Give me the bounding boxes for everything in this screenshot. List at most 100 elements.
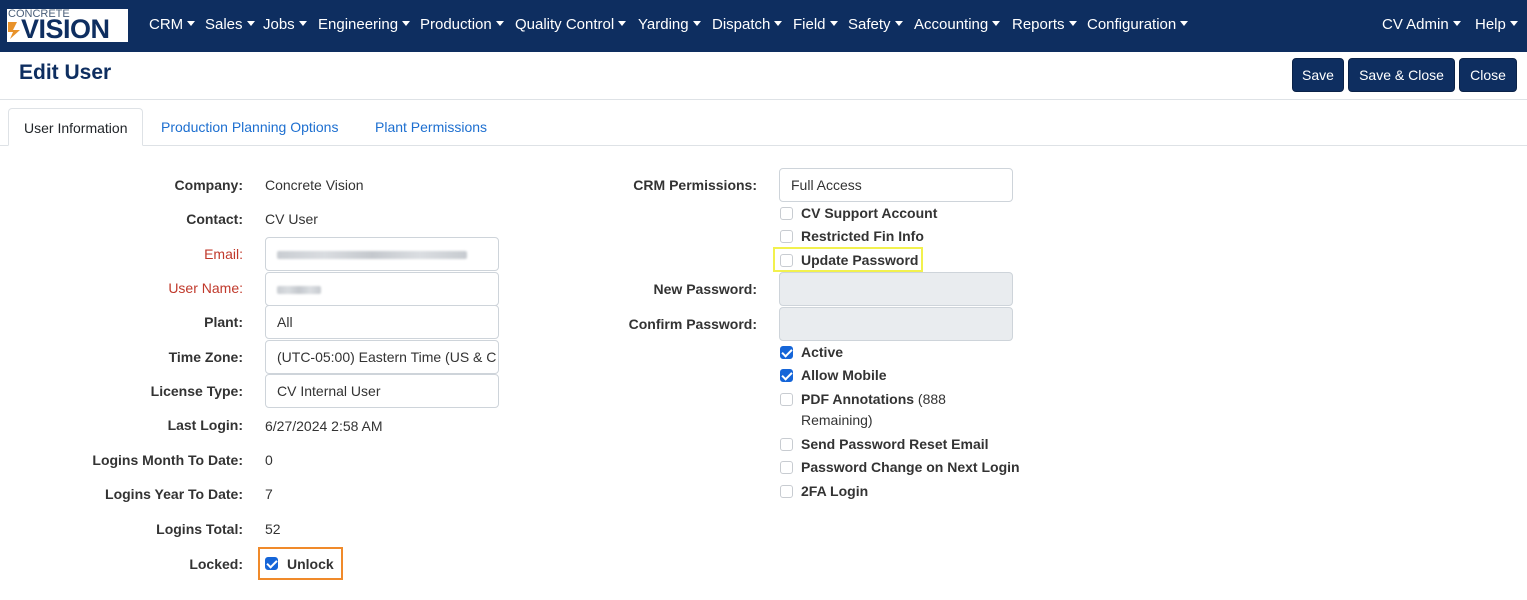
time-zone-label: Time Zone: bbox=[168, 349, 243, 365]
active-label[interactable]: Active bbox=[801, 344, 843, 360]
nav-field-label: Field bbox=[793, 16, 826, 33]
nav-sales[interactable]: Sales bbox=[205, 15, 255, 35]
unlock-label[interactable]: Unlock bbox=[287, 556, 334, 572]
send-reset-email-label[interactable]: Send Password Reset Email bbox=[801, 436, 989, 452]
logins-mtd-value: 0 bbox=[265, 452, 273, 468]
confirm-password-field[interactable] bbox=[779, 307, 1013, 341]
contact-label: Contact: bbox=[186, 211, 243, 227]
nav-configuration[interactable]: Configuration bbox=[1087, 15, 1189, 35]
two-fa-login-label[interactable]: 2FA Login bbox=[801, 483, 868, 499]
nav-crm-label: CRM bbox=[149, 16, 184, 33]
nav-reports-label: Reports bbox=[1012, 16, 1065, 33]
update-password-label[interactable]: Update Password bbox=[801, 252, 918, 268]
save-and-close-button[interactable]: Save & Close bbox=[1348, 58, 1455, 92]
caret-down-icon bbox=[1509, 21, 1518, 26]
confirm-password-label: Confirm Password: bbox=[628, 316, 757, 332]
pdf-annotations-label[interactable]: PDF Annotations (888 bbox=[801, 391, 946, 407]
nav-engineering-label: Engineering bbox=[318, 16, 399, 33]
nav-quality-control[interactable]: Quality Control bbox=[515, 15, 627, 35]
caret-down-icon bbox=[1068, 21, 1077, 26]
unlock-checkbox[interactable] bbox=[265, 557, 278, 570]
close-button[interactable]: Close bbox=[1459, 58, 1517, 92]
nav-accounting[interactable]: Accounting bbox=[914, 15, 1001, 35]
nav-crm[interactable]: CRM bbox=[149, 15, 196, 35]
nav-user-menu[interactable]: CV Admin bbox=[1382, 15, 1461, 35]
two-fa-login-checkbox[interactable] bbox=[780, 485, 793, 498]
allow-mobile-label[interactable]: Allow Mobile bbox=[801, 367, 887, 383]
pdf-remaining-label: Remaining) bbox=[801, 412, 873, 428]
cv-support-label[interactable]: CV Support Account bbox=[801, 205, 937, 221]
nav-engineering[interactable]: Engineering bbox=[318, 15, 411, 35]
nav-user-label: CV Admin bbox=[1382, 16, 1449, 33]
nav-yarding[interactable]: Yarding bbox=[638, 15, 701, 35]
header-divider bbox=[0, 99, 1527, 100]
caret-down-icon bbox=[618, 21, 627, 26]
nav-production-label: Production bbox=[420, 16, 492, 33]
logins-ytd-value: 7 bbox=[265, 486, 273, 502]
nav-sales-label: Sales bbox=[205, 16, 243, 33]
nav-safety[interactable]: Safety bbox=[848, 15, 903, 35]
password-change-label[interactable]: Password Change on Next Login bbox=[801, 459, 1020, 475]
nav-jobs[interactable]: Jobs bbox=[263, 15, 307, 35]
company-label: Company: bbox=[174, 177, 243, 193]
nav-quality-control-label: Quality Control bbox=[515, 16, 615, 33]
logo-mark-icon bbox=[8, 22, 20, 39]
active-checkbox[interactable] bbox=[780, 346, 793, 359]
redacted-email bbox=[277, 251, 467, 260]
plant-select[interactable]: All bbox=[265, 305, 499, 339]
logins-total-label: Logins Total: bbox=[156, 521, 243, 537]
save-button[interactable]: Save bbox=[1292, 58, 1344, 92]
caret-down-icon bbox=[298, 21, 307, 26]
nav-help-label: Help bbox=[1475, 16, 1506, 33]
crm-permissions-select[interactable]: Full Access bbox=[779, 168, 1013, 202]
logins-ytd-label: Logins Year To Date: bbox=[105, 486, 243, 502]
caret-down-icon bbox=[495, 21, 504, 26]
license-type-select[interactable]: CV Internal User bbox=[265, 374, 499, 408]
concrete-vision-logo[interactable]: CONCRETE VISION bbox=[7, 8, 128, 44]
password-change-checkbox[interactable] bbox=[780, 461, 793, 474]
allow-mobile-checkbox[interactable] bbox=[780, 369, 793, 382]
caret-down-icon bbox=[774, 21, 783, 26]
locked-label: Locked: bbox=[189, 556, 243, 572]
caret-down-icon bbox=[1452, 21, 1461, 26]
nav-jobs-label: Jobs bbox=[263, 16, 295, 33]
logo-big-text: VISION bbox=[21, 14, 110, 44]
tab-plant-permissions[interactable]: Plant Permissions bbox=[360, 108, 502, 146]
nav-field[interactable]: Field bbox=[793, 15, 838, 35]
pdf-annotations-checkbox[interactable] bbox=[780, 393, 793, 406]
page-title: Edit User bbox=[19, 61, 112, 84]
caret-down-icon bbox=[1180, 21, 1189, 26]
send-reset-email-checkbox[interactable] bbox=[780, 438, 793, 451]
nav-accounting-label: Accounting bbox=[914, 16, 989, 33]
new-password-label: New Password: bbox=[653, 281, 757, 297]
caret-down-icon bbox=[246, 21, 255, 26]
logins-mtd-label: Logins Month To Date: bbox=[92, 452, 243, 468]
time-zone-select[interactable]: (UTC-05:00) Eastern Time (US & C bbox=[265, 340, 499, 374]
email-field[interactable] bbox=[265, 237, 499, 271]
restricted-fin-checkbox[interactable] bbox=[780, 230, 793, 243]
cv-support-checkbox[interactable] bbox=[780, 207, 793, 220]
restricted-fin-label[interactable]: Restricted Fin Info bbox=[801, 228, 924, 244]
nav-dispatch[interactable]: Dispatch bbox=[712, 15, 783, 35]
username-label: User Name: bbox=[168, 280, 243, 296]
nav-yarding-label: Yarding bbox=[638, 16, 689, 33]
top-navbar: CONCRETE VISION CRM Sales Jobs Engineeri… bbox=[0, 0, 1527, 52]
last-login-value: 6/27/2024 2:58 AM bbox=[265, 418, 383, 434]
company-value: Concrete Vision bbox=[265, 177, 364, 193]
tab-user-information[interactable]: User Information bbox=[8, 108, 144, 146]
caret-down-icon bbox=[829, 21, 838, 26]
username-field[interactable] bbox=[265, 272, 499, 306]
nav-production[interactable]: Production bbox=[420, 15, 504, 35]
update-password-checkbox[interactable] bbox=[780, 254, 793, 267]
new-password-field[interactable] bbox=[779, 272, 1013, 306]
nav-reports[interactable]: Reports bbox=[1012, 15, 1077, 35]
caret-down-icon bbox=[402, 21, 411, 26]
nav-help[interactable]: Help bbox=[1475, 15, 1518, 35]
redacted-username bbox=[277, 286, 321, 295]
nav-configuration-label: Configuration bbox=[1087, 16, 1177, 33]
pdf-annotations-text: PDF Annotations bbox=[801, 391, 915, 407]
caret-down-icon bbox=[187, 21, 196, 26]
tab-production-planning-options[interactable]: Production Planning Options bbox=[146, 108, 353, 146]
caret-down-icon bbox=[992, 21, 1001, 26]
license-type-label: License Type: bbox=[150, 383, 243, 399]
